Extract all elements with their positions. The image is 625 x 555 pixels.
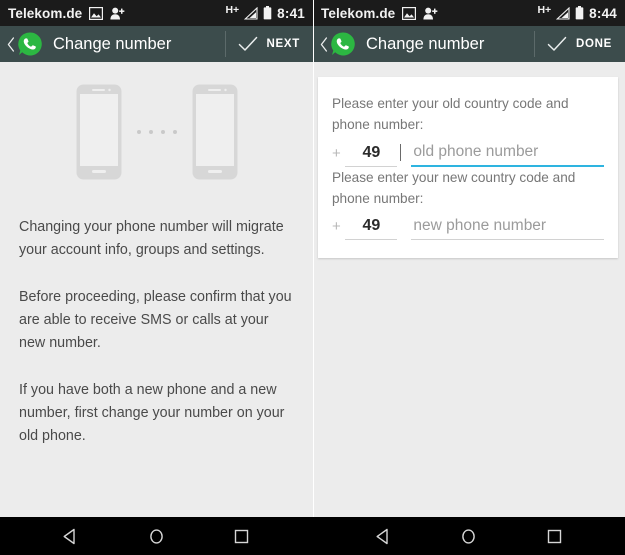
status-bar-left: Telekom.de H+ 8:41 (0, 0, 313, 26)
old-number-row: + (332, 143, 604, 167)
status-bar-right-icons: H+ 8:44 (537, 4, 617, 21)
dot (136, 130, 141, 134)
dot (172, 130, 177, 134)
info-paragraph: If you have both a new phone and a new n… (19, 382, 285, 444)
connection-dots (136, 130, 177, 134)
info-paragraph: Changing your phone number will migrate … (19, 219, 284, 258)
change-number-form-card: Please enter your old country code and p… (318, 77, 618, 258)
action-bar-left: Change number NEXT (0, 26, 313, 62)
back-chevron-icon[interactable] (6, 36, 16, 52)
next-button-label: NEXT (266, 38, 300, 50)
info-paragraph: Before proceeding, please confirm that y… (19, 289, 292, 351)
whatsapp-logo-icon[interactable] (330, 31, 356, 57)
panel-separator (313, 0, 314, 517)
phone-screen-right: Telekom.de H+ 8:44 Change number DONE Pl… (313, 0, 625, 517)
done-button-label: DONE (575, 38, 612, 50)
info-paragraphs: Changing your phone number will migrate … (0, 202, 313, 448)
check-icon (238, 36, 258, 52)
signal-icon (244, 6, 258, 20)
whatsapp-logo-icon[interactable] (17, 31, 43, 57)
back-chevron-icon[interactable] (319, 36, 329, 52)
home-icon[interactable] (139, 519, 173, 553)
check-icon (547, 36, 567, 52)
new-number-row: + (332, 217, 604, 240)
dot (160, 130, 165, 134)
back-icon[interactable] (366, 519, 400, 553)
right-content-area: Please enter your old country code and p… (313, 62, 625, 517)
screenshot-icon (89, 6, 104, 20)
add-contact-icon (423, 7, 438, 20)
old-phone-graphic (76, 84, 122, 180)
add-contact-icon (110, 7, 125, 20)
new-phone-number-input[interactable] (411, 217, 604, 240)
carrier-label: Telekom.de (321, 5, 396, 21)
done-button[interactable]: DONE (535, 26, 621, 62)
old-phone-field-wrap (397, 143, 604, 167)
network-type-label: H+ (225, 4, 240, 16)
network-type-label: H+ (537, 4, 552, 16)
status-bar-left-icons (402, 6, 438, 20)
dot (148, 130, 153, 134)
clock-label: 8:44 (589, 5, 617, 21)
old-number-label: Please enter your old country code and p… (332, 96, 569, 132)
old-phone-number-input[interactable] (411, 143, 604, 167)
new-number-field-group: Please enter your new country code and p… (332, 167, 604, 240)
nav-group-right (313, 517, 625, 555)
home-icon[interactable] (452, 519, 486, 553)
next-button[interactable]: NEXT (226, 26, 309, 62)
left-content-area: Changing your phone number will migrate … (0, 62, 313, 517)
signal-icon (556, 6, 570, 20)
screenshot-icon (402, 6, 417, 20)
old-country-code-input[interactable] (345, 144, 398, 167)
battery-icon (263, 6, 272, 20)
page-title: Change number (366, 34, 485, 53)
clock-label: 8:41 (277, 5, 305, 21)
phone-screen-left: Telekom.de H+ 8:41 Change number NEXT Ch… (0, 0, 313, 517)
nav-group-left (0, 517, 313, 555)
two-phones-migration-illustration (0, 62, 313, 202)
text-caret (400, 144, 402, 161)
recents-icon[interactable] (225, 519, 259, 553)
back-icon[interactable] (54, 519, 88, 553)
new-phone-field-wrap (397, 217, 604, 240)
recents-icon[interactable] (537, 519, 571, 553)
action-bar-right: Change number DONE (313, 26, 625, 62)
plus-sign-old: + (332, 145, 341, 162)
status-bar-right-icons: H+ 8:41 (225, 4, 305, 21)
status-bar-left-icons (89, 6, 125, 20)
status-bar-right: Telekom.de H+ 8:44 (313, 0, 625, 26)
new-phone-graphic (192, 84, 238, 180)
new-country-code-input[interactable] (345, 217, 398, 240)
battery-icon (575, 6, 584, 20)
page-title: Change number (53, 34, 172, 53)
android-navigation-bar (0, 517, 625, 555)
carrier-label: Telekom.de (8, 5, 83, 21)
old-number-field-group: Please enter your old country code and p… (332, 93, 604, 167)
new-number-label: Please enter your new country code and p… (332, 170, 576, 206)
plus-sign-new: + (332, 218, 341, 235)
